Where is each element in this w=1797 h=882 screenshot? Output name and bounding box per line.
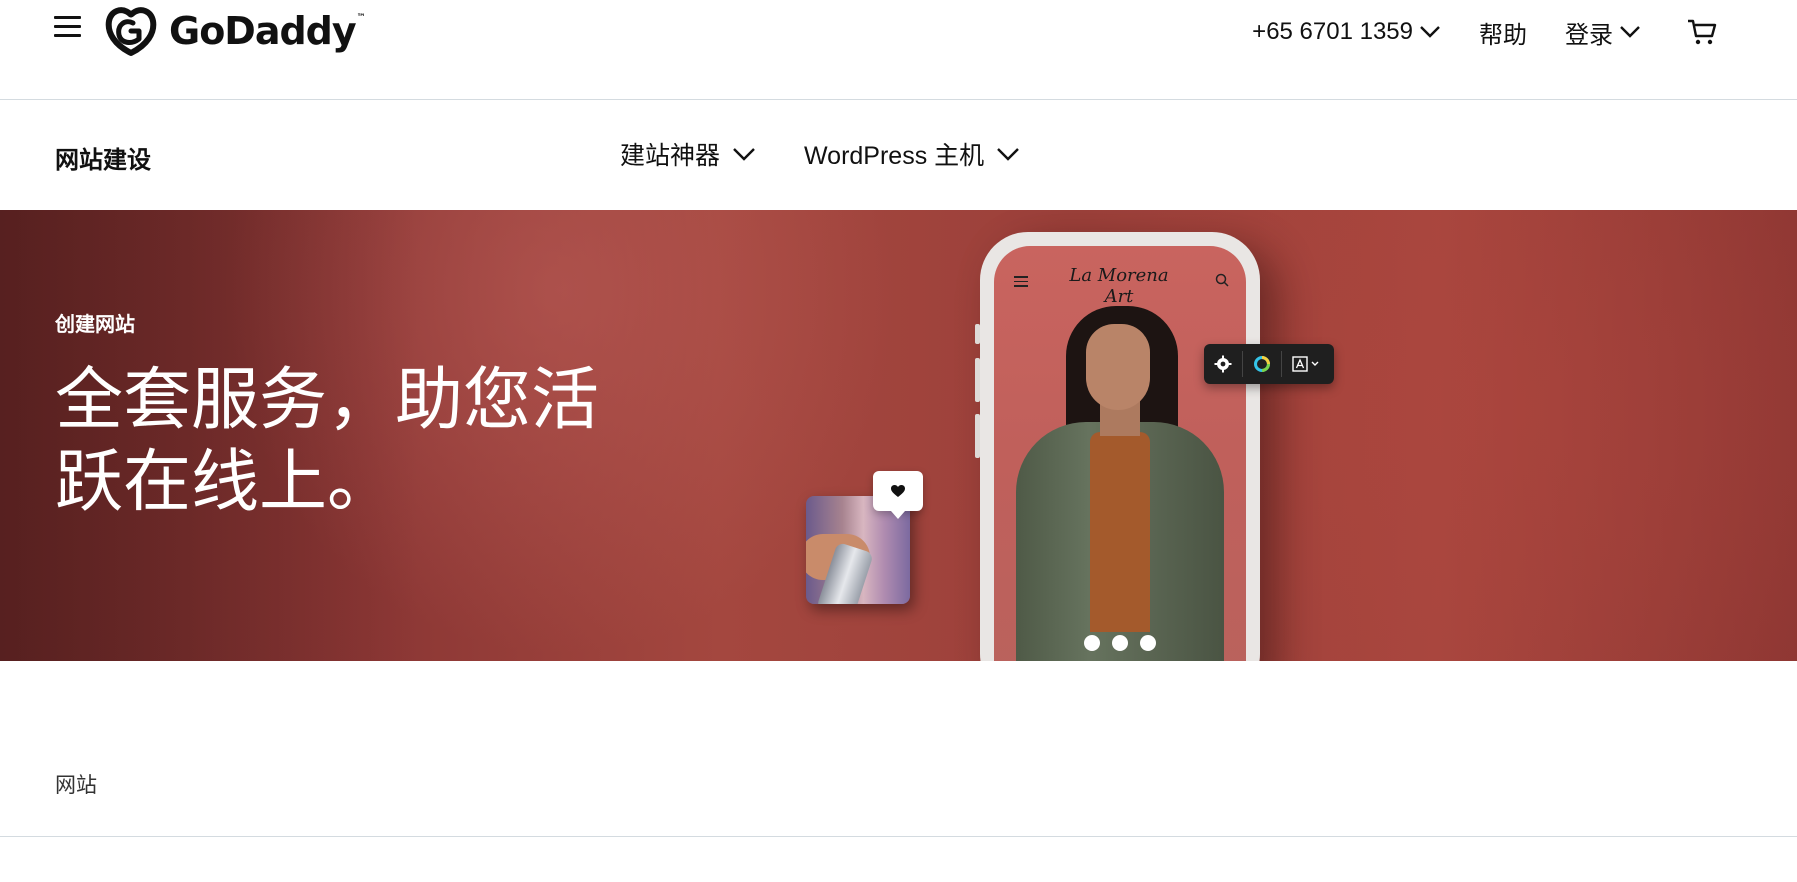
chevron-down-icon (1620, 26, 1640, 38)
help-link[interactable]: 帮助 (1479, 15, 1527, 50)
screen-brand-logo: La Morena Art (1069, 265, 1169, 307)
chevron-down-icon (997, 148, 1020, 161)
font-icon (1292, 356, 1319, 372)
facebook-icon (1084, 635, 1100, 651)
social-icons-row (994, 635, 1246, 651)
phone-side-button (975, 324, 980, 344)
hero-eyebrow: 创建网站 (55, 314, 135, 336)
subnav-item-label: WordPress 主机 (804, 142, 985, 170)
settings-button[interactable] (1204, 344, 1242, 384)
font-button[interactable] (1282, 344, 1332, 384)
hero-banner: 创建网站 全套服务，助您活跃在线上。 La Morena Art (0, 210, 1797, 661)
phone-dropdown[interactable]: +65 6701 1359 (1252, 18, 1441, 46)
like-bubble[interactable] (873, 471, 923, 519)
color-button[interactable] (1243, 344, 1281, 384)
logo-wordmark: GoDaddy™ (169, 9, 366, 53)
phone-number: +65 6701 1359 (1252, 18, 1413, 45)
subnav-item-label: 建站神器 (620, 142, 721, 170)
phone-screen: La Morena Art (994, 246, 1246, 661)
top-header: GoDaddy™ +65 6701 1359 帮助 登录 (0, 0, 1797, 100)
breadcrumb-websites[interactable]: 网站 (55, 769, 97, 799)
heart-icon (891, 485, 905, 497)
section-divider (0, 836, 1797, 837)
subnav-menu: 建站神器 WordPress 主机 (620, 136, 1068, 172)
login-dropdown[interactable]: 登录 (1565, 15, 1641, 50)
phone-side-button (975, 358, 980, 402)
hero-headline: 全套服务，助您活跃在线上。 (55, 361, 600, 522)
logo-trademark: ™ (356, 13, 366, 23)
phone-mockup: La Morena Art (975, 232, 1260, 661)
person-face-shape (1086, 324, 1150, 410)
utility-nav: +65 6701 1359 帮助 登录 (1214, 12, 1717, 52)
subnav-title[interactable]: 网站建设 (55, 140, 151, 175)
youtube-icon (1140, 635, 1156, 651)
phone-side-button (975, 414, 980, 458)
editor-toolbar (1204, 344, 1334, 384)
login-label: 登录 (1565, 21, 1613, 49)
chevron-down-icon (1420, 26, 1440, 38)
gear-icon (1214, 355, 1232, 373)
color-wheel-icon (1254, 356, 1270, 372)
godaddy-logo[interactable]: GoDaddy™ (103, 5, 366, 57)
cart-icon[interactable] (1687, 18, 1717, 46)
screen-menu-icon (1014, 276, 1028, 287)
product-subnav: 网站建设 建站神器 WordPress 主机 (0, 100, 1797, 210)
subnav-item-wordpress-hosting[interactable]: WordPress 主机 (804, 136, 1020, 172)
search-icon (1215, 273, 1229, 287)
chevron-down-icon (733, 148, 755, 161)
hamburger-icon[interactable] (54, 16, 82, 40)
instagram-icon (1112, 635, 1128, 651)
person-top-shape (1090, 432, 1150, 632)
help-label: 帮助 (1479, 21, 1527, 49)
subnav-item-website-builder[interactable]: 建站神器 (620, 136, 756, 172)
godaddy-logo-icon (105, 7, 157, 56)
